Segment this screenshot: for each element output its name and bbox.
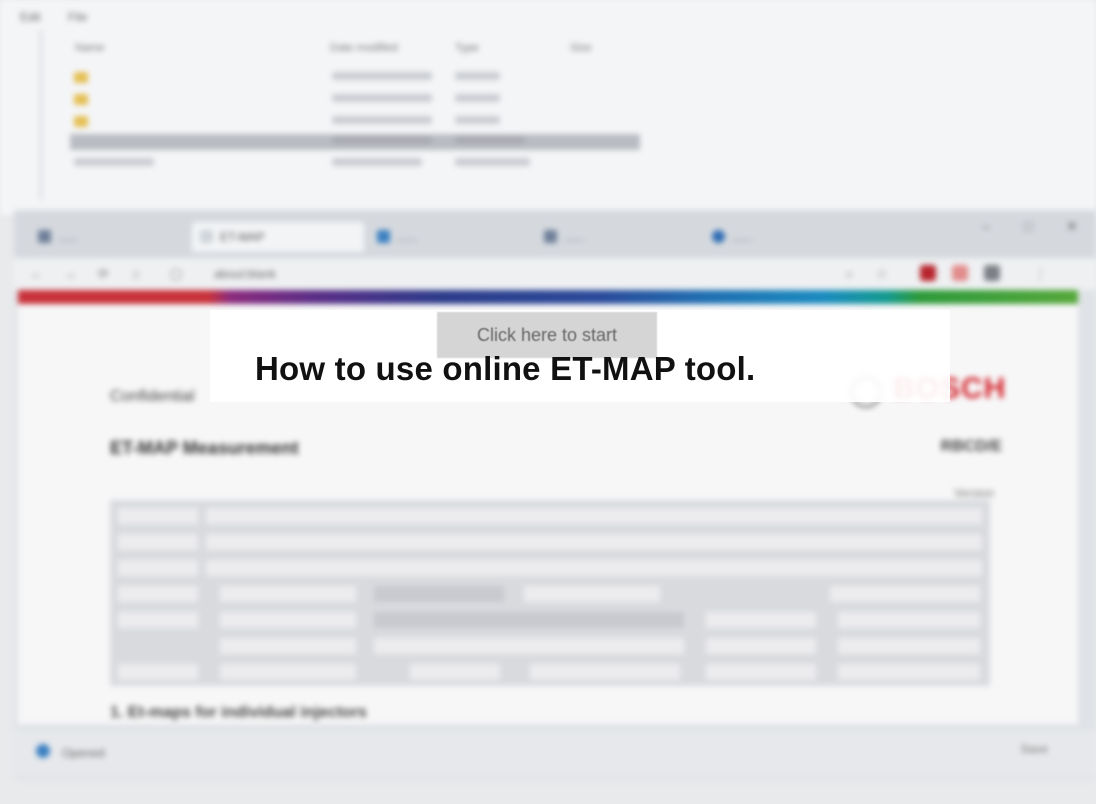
browser-toolbar: ← → ⟳ ⌂ ▢ about:blank ⌕ ☆ ⋮ xyxy=(14,258,1096,290)
refresh-icon[interactable]: ⟳ xyxy=(98,266,109,282)
home-icon[interactable]: ⌂ xyxy=(132,266,140,281)
maximize-button[interactable]: □ xyxy=(1024,218,1032,234)
page-icon xyxy=(712,230,725,243)
version-label: Version xyxy=(953,486,994,500)
menu-item[interactable]: Edit xyxy=(20,10,41,24)
section-heading: 1. Et-maps for individual injectors xyxy=(110,704,367,721)
download-action-button[interactable]: Save xyxy=(1021,742,1048,756)
download-status-text: Opened xyxy=(62,746,105,760)
folder-icon xyxy=(74,116,88,127)
folder-icon xyxy=(74,72,88,83)
close-button[interactable]: ✕ xyxy=(1066,218,1078,235)
back-icon[interactable]: ← xyxy=(30,266,43,281)
table-row xyxy=(110,504,990,530)
page-icon xyxy=(200,230,213,243)
menu-icon[interactable]: ⋮ xyxy=(1034,266,1047,282)
column-header-date[interactable]: Date modified xyxy=(330,42,398,54)
folder-icon xyxy=(74,94,88,105)
table-row xyxy=(110,530,990,556)
document-title: ET-MAP Measurement xyxy=(110,438,299,458)
tab-label: ...... xyxy=(397,230,418,244)
minimize-button[interactable]: – xyxy=(982,218,990,234)
page-icon xyxy=(377,230,390,243)
file-row[interactable] xyxy=(70,114,640,130)
specification-table xyxy=(110,500,990,686)
page-icon xyxy=(544,230,557,243)
forward-icon[interactable]: → xyxy=(64,266,77,281)
extension-icon[interactable] xyxy=(952,265,968,281)
tutorial-headline: How to use online ET-MAP tool. xyxy=(255,350,756,387)
tab-label: ...... xyxy=(732,230,753,244)
browser-tab[interactable]: ...... xyxy=(369,222,529,252)
menu-item[interactable]: File xyxy=(68,10,87,24)
browser-tab-active[interactable]: ET-MAP xyxy=(192,222,364,252)
browser-tab[interactable]: ...... xyxy=(704,222,884,252)
browser-window: ...... ET-MAP ...... ...... ...... – □ ✕… xyxy=(14,210,1096,780)
table-row xyxy=(110,608,990,634)
file-row[interactable] xyxy=(70,70,640,86)
document-code: RBCD/E xyxy=(940,438,1002,455)
tree-divider xyxy=(40,30,42,200)
column-header-name[interactable]: Name xyxy=(75,42,104,54)
column-header-size[interactable]: Size xyxy=(570,42,591,54)
browser-tab[interactable]: ...... xyxy=(30,222,190,252)
file-row[interactable] xyxy=(70,156,640,172)
file-row-selected[interactable] xyxy=(70,134,640,150)
table-row xyxy=(110,660,990,686)
tab-label: ET-MAP xyxy=(220,230,265,244)
confidential-label: Confidential xyxy=(110,388,195,405)
tab-label: ...... xyxy=(564,230,585,244)
shield-extension-icon[interactable] xyxy=(920,265,936,281)
search-icon[interactable]: ⌕ xyxy=(846,266,853,282)
file-row[interactable] xyxy=(70,92,640,108)
file-explorer-window: Edit File Name Date modified Type Size xyxy=(0,0,1096,215)
table-row xyxy=(110,556,990,582)
page-icon xyxy=(38,230,51,243)
download-icon xyxy=(36,744,50,758)
table-row xyxy=(110,582,990,608)
address-bar[interactable]: about:blank xyxy=(204,263,834,285)
brand-color-bar xyxy=(18,290,1078,304)
star-icon[interactable]: ☆ xyxy=(876,266,888,282)
lock-icon: ▢ xyxy=(170,266,183,281)
download-bar: Opened Save xyxy=(14,730,1096,776)
browser-tab[interactable]: ...... xyxy=(536,222,696,252)
tab-bar: ...... ET-MAP ...... ...... ...... – □ ✕ xyxy=(14,210,1096,258)
extension-icon[interactable] xyxy=(984,265,1000,281)
column-header-type[interactable]: Type xyxy=(455,42,479,54)
explorer-menu: Edit File xyxy=(20,10,111,24)
table-row xyxy=(110,634,990,660)
tab-label: ...... xyxy=(58,230,79,244)
